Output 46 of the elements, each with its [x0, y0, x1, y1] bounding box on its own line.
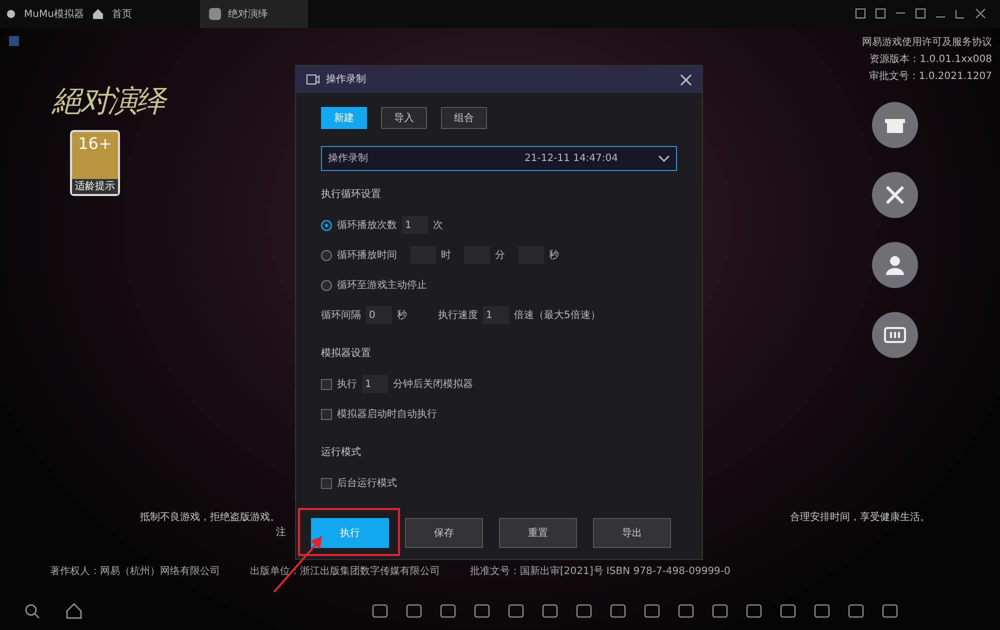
- number-field[interactable]: 0: [366, 306, 392, 324]
- notice-text: 注: [276, 526, 286, 540]
- game-tab[interactable]: 绝对演绎: [200, 0, 308, 28]
- option-label: 模拟器启动时自动执行: [337, 408, 437, 422]
- number-field[interactable]: 1: [483, 306, 509, 324]
- unit-label: 秒: [397, 308, 407, 322]
- tab[interactable]: 导入: [381, 107, 427, 129]
- option-label: 分钟后关闭模拟器: [393, 378, 473, 392]
- notice-text: 抵制不良游戏，拒绝盗版游戏。: [140, 510, 280, 525]
- action-button[interactable]: 保存: [405, 518, 483, 548]
- field-label: 执行速度: [438, 308, 478, 322]
- option-label: 执行: [337, 378, 357, 392]
- recording-name: 操作录制: [328, 152, 368, 166]
- recording-time: 21-12-11 14:47:04: [524, 152, 618, 166]
- section-title: 运行模式: [321, 446, 361, 460]
- action-button[interactable]: 重置: [499, 518, 577, 548]
- tab-label: 绝对演绎: [228, 8, 268, 22]
- age-label: 适龄提示: [72, 179, 118, 194]
- app-title: MuMu模拟器: [24, 8, 84, 22]
- action-button[interactable]: 导出: [593, 518, 671, 548]
- unit-label: 时: [441, 248, 451, 262]
- age-rating: 16+: [78, 133, 112, 155]
- notice-text: 合理安排时间，享受健康生活。: [790, 510, 930, 525]
- license-link[interactable]: 网易游戏使用许可及服务协议: [862, 34, 992, 51]
- field-label: 循环间隔: [321, 308, 361, 322]
- recording-select[interactable]: 操作录制 21-12-11 14:47:04: [321, 146, 677, 171]
- home-tab[interactable]: 首页: [112, 6, 132, 22]
- unit-label: 倍速（最大5倍速）: [514, 308, 600, 322]
- section-title: 模拟器设置: [321, 346, 371, 361]
- unit-label: 次: [433, 218, 443, 232]
- credit-text: 批准文号：国新出审[2021]号 ISBN 978-7-498-09999-0: [470, 564, 730, 579]
- number-field[interactable]: 1: [362, 375, 388, 393]
- game-logo: 絕对演绎: [52, 79, 164, 124]
- option-label: 循环播放次数: [337, 218, 397, 232]
- section-title: 执行循环设置: [321, 188, 381, 202]
- credit-text: 著作权人：网易（杭州）网络有限公司: [50, 564, 220, 579]
- unit-label: 分: [495, 248, 505, 262]
- option-label: 后台运行模式: [337, 476, 397, 490]
- option-label: 循环播放时间: [337, 248, 397, 262]
- unit-label: 秒: [549, 248, 559, 262]
- version-text: 资源版本：1.0.01.1xx008: [868, 52, 992, 67]
- version-text: 审批文号：1.0.2021.1207: [868, 70, 992, 84]
- number-field[interactable]: 1: [402, 216, 428, 234]
- dialog-title: 操作录制: [326, 72, 366, 87]
- option-label: 循环至游戏主动停止: [337, 278, 427, 292]
- tab[interactable]: 组合: [441, 107, 487, 129]
